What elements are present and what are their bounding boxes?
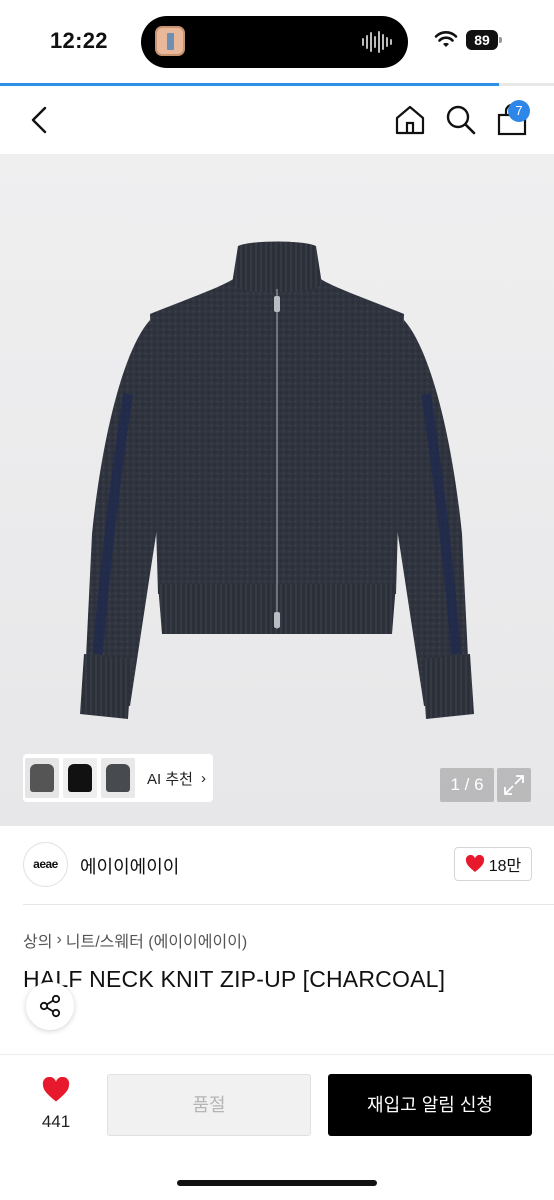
- ai-recommend-label[interactable]: AI 추천: [147, 768, 193, 789]
- search-icon[interactable]: [443, 102, 479, 138]
- product-title: HALF NECK KNIT ZIP-UP [CHARCOAL]: [23, 966, 446, 992]
- chevron-left-icon[interactable]: [24, 102, 56, 138]
- wishlist-button[interactable]: 441: [26, 1076, 86, 1133]
- ai-recommend-strip[interactable]: AI 추천 ›: [23, 754, 213, 802]
- product-photo-knit-zip-up: [80, 241, 474, 719]
- expand-icon: [504, 775, 524, 795]
- recommend-thumbnail[interactable]: [63, 758, 97, 798]
- breadcrumb-subcategory[interactable]: 니트/스웨터 (에이이에이이): [66, 928, 247, 952]
- brand-like-button[interactable]: 18만: [454, 847, 532, 881]
- brand-like-count: 18만: [488, 858, 522, 875]
- chevron-right-icon: ›: [200, 769, 206, 787]
- restock-alert-button[interactable]: 재입고 알림 신청: [328, 1074, 532, 1136]
- wishlist-count: 441: [41, 1112, 71, 1131]
- chevron-right-icon: ›: [56, 931, 62, 948]
- audio-waveform-icon: [362, 29, 392, 55]
- dynamic-island[interactable]: [141, 16, 408, 68]
- purchase-bar: 441 품절 재입고 알림 신청: [0, 1054, 554, 1200]
- status-time: 12:22: [50, 28, 108, 53]
- recommend-thumbnail[interactable]: [101, 758, 135, 798]
- battery-level: 89: [466, 30, 498, 50]
- brand-logo[interactable]: aeae: [23, 842, 68, 887]
- share-icon: [39, 994, 61, 1018]
- share-button[interactable]: [26, 982, 74, 1030]
- status-bar: 12:22 89: [0, 0, 554, 84]
- home-indicator[interactable]: [177, 1180, 377, 1186]
- product-image-gallery[interactable]: AI 추천 › 1 / 6: [0, 154, 554, 826]
- heart-icon: [42, 1076, 70, 1102]
- expand-image-button[interactable]: [497, 768, 531, 802]
- brand-name[interactable]: 에이이에이이: [80, 853, 179, 879]
- divider: [23, 904, 554, 905]
- wifi-icon: [434, 31, 458, 47]
- brand-row[interactable]: aeae 에이이에이이 18만: [0, 826, 554, 904]
- now-playing-app-icon: [155, 26, 185, 56]
- battery-indicator: 89: [466, 30, 502, 50]
- cart-count-badge: 7: [508, 100, 530, 122]
- breadcrumb: 상의 › 니트/스웨터 (에이이에이이): [23, 928, 247, 952]
- breadcrumb-category[interactable]: 상의: [23, 928, 52, 952]
- soldout-button: 품절: [107, 1074, 311, 1136]
- recommend-thumbnail[interactable]: [25, 758, 59, 798]
- home-icon[interactable]: [392, 102, 428, 138]
- image-page-counter: 1 / 6: [440, 768, 494, 802]
- top-nav-bar: [0, 86, 554, 154]
- heart-icon: [465, 855, 484, 872]
